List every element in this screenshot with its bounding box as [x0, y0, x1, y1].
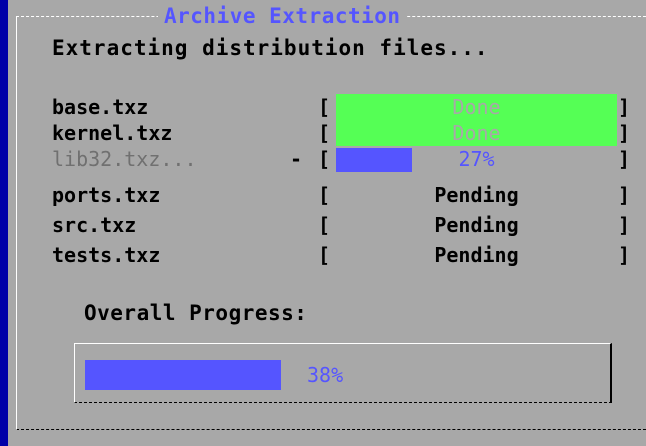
file-row: tests.txz [ Pending ]: [8, 242, 646, 268]
file-name: ports.txz: [52, 183, 161, 207]
file-progress-cell: Pending: [336, 212, 617, 238]
file-status: Done: [452, 121, 501, 145]
dialog-heading: Extracting distribution files...: [52, 36, 489, 60]
file-status: 27%: [458, 147, 495, 171]
bracket-left: [: [318, 95, 331, 119]
file-progress-cell: 27%: [336, 146, 617, 172]
file-progress-cell: Pending: [336, 182, 617, 208]
archive-extraction-dialog: Archive Extraction Extracting distributi…: [8, 0, 646, 446]
overall-progress-percent: 38%: [307, 363, 344, 387]
active-marker: -: [290, 147, 303, 171]
file-row: kernel.txz [ Done ]: [8, 116, 646, 146]
file-progress-cell: Done: [336, 116, 617, 146]
file-name: tests.txz: [52, 243, 161, 267]
file-row: ports.txz [ Pending ]: [8, 182, 646, 208]
file-status: Pending: [434, 213, 519, 237]
bracket-left: [: [318, 147, 331, 171]
file-status: Pending: [434, 243, 519, 267]
bracket-right: ]: [618, 243, 631, 267]
bracket-right: ]: [618, 183, 631, 207]
bracket-right: ]: [618, 213, 631, 237]
bracket-left: [: [318, 121, 331, 145]
bracket-right: ]: [618, 147, 631, 171]
bracket-right: ]: [618, 95, 631, 119]
bracket-right: ]: [618, 121, 631, 145]
file-name: lib32.txz...: [52, 147, 197, 171]
dialog-title: Archive Extraction: [158, 4, 407, 28]
file-status: Pending: [434, 183, 519, 207]
bracket-left: [: [318, 243, 331, 267]
overall-progress-fill: [85, 360, 281, 390]
file-row-active: lib32.txz... - [ 27% ]: [8, 146, 646, 172]
overall-progress-label: Overall Progress:: [84, 301, 308, 325]
file-name: kernel.txz: [52, 121, 173, 145]
bracket-left: [: [318, 213, 331, 237]
file-name: src.txz: [52, 213, 137, 237]
file-name: base.txz: [52, 95, 149, 119]
bracket-left: [: [318, 183, 331, 207]
overall-progress-bar: 38%: [74, 343, 612, 403]
file-progress-cell: Pending: [336, 242, 617, 268]
file-row: src.txz [ Pending ]: [8, 212, 646, 238]
